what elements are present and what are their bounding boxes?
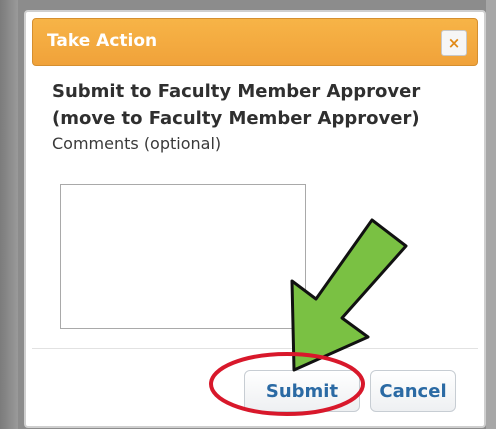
comments-textarea[interactable] — [60, 184, 306, 329]
action-description: Submit to Faculty Member Approver (move … — [52, 81, 421, 129]
resize-grip-icon[interactable] — [294, 317, 304, 327]
take-action-dialog: Take Action × Submit to Faculty Member A… — [24, 10, 486, 428]
footer-divider — [32, 348, 478, 349]
close-button[interactable]: × — [441, 30, 467, 56]
close-icon: × — [447, 34, 461, 52]
dialog-content: Submit to Faculty Member Approver (move … — [52, 78, 468, 153]
cancel-button[interactable]: Cancel — [370, 370, 456, 412]
dialog-titlebar: Take Action × — [32, 18, 478, 66]
dialog-title: Take Action — [47, 31, 158, 51]
background-right-edge — [486, 0, 496, 429]
submit-button[interactable]: Submit — [244, 370, 360, 412]
comments-label: Comments (optional) — [52, 134, 222, 153]
background-left-edge — [0, 0, 18, 429]
